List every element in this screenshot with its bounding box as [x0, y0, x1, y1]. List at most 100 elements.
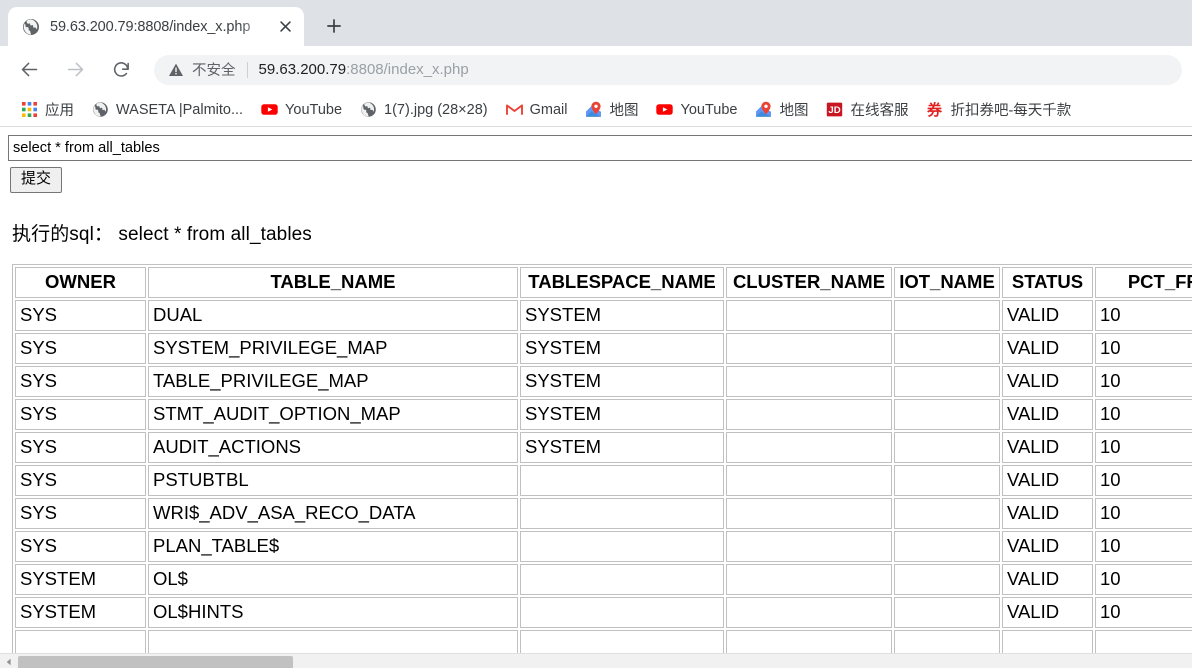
address-bar[interactable]: 不安全 59.63.200.79:8808/index_x.php [154, 54, 1182, 85]
bookmark-youtube-1[interactable]: YouTube [253, 97, 350, 123]
scrollbar-thumb[interactable] [18, 655, 293, 669]
table-body: SYS DUAL SYSTEM VALID 10 SYS SYSTEM_PRIV… [15, 299, 1192, 656]
cell-pct-free: 10 [1095, 596, 1192, 628]
cell-pct-free: 10 [1095, 563, 1192, 595]
globe-icon [360, 101, 377, 118]
cell-table-name: AUDIT_ACTIONS [148, 431, 518, 463]
bookmark-coupon[interactable]: 券 折扣券吧-每天千款 [918, 97, 1079, 123]
forward-button [60, 55, 90, 85]
cell-tablespace-name [520, 563, 724, 595]
cell-owner: SYS [15, 332, 146, 364]
cell-tablespace-name: SYSTEM [520, 299, 724, 331]
column-header-tablespace-name[interactable]: TABLESPACE_NAME [520, 266, 724, 298]
cell-owner: SYS [15, 299, 146, 331]
table-row: SYS PLAN_TABLE$ VALID 10 [15, 530, 1192, 562]
cell-iot-name [894, 530, 1000, 562]
cell-table-name [148, 629, 518, 656]
svg-text:券: 券 [927, 101, 943, 118]
page-viewport: 提交 执行的sql： select * from all_tables OWNE… [0, 127, 1192, 670]
bookmark-youtube-2[interactable]: YouTube [648, 97, 745, 123]
bookmark-label: 应用 [45, 103, 74, 119]
maps-icon [755, 101, 772, 118]
submit-button[interactable]: 提交 [10, 167, 63, 193]
cell-tablespace-name [520, 497, 724, 529]
url-path: :8808/index_x.php [346, 61, 469, 78]
maps-icon [585, 101, 602, 118]
bookmark-label: YouTube [285, 101, 343, 118]
security-status-text: 不安全 [192, 63, 236, 79]
bookmark-maps-1[interactable]: 地图 [577, 97, 646, 123]
cell-owner: SYS [15, 431, 146, 463]
bookmark-waseta[interactable]: WASETA |Palmito... [84, 97, 251, 123]
browser-tab[interactable]: 59.63.200.79:8808/index_x.php [8, 7, 304, 46]
cell-tablespace-name [520, 464, 724, 496]
cell-pct-free: 10 [1095, 497, 1192, 529]
back-button[interactable] [14, 55, 44, 85]
table-row: SYS STMT_AUDIT_OPTION_MAP SYSTEM VALID 1… [15, 398, 1192, 430]
cell-cluster-name [726, 431, 892, 463]
cell-tablespace-name: SYSTEM [520, 365, 724, 397]
cell-iot-name [894, 464, 1000, 496]
tab-title: 59.63.200.79:8808/index_x.php [50, 18, 251, 35]
cell-owner [15, 629, 146, 656]
table-row: SYS SYSTEM_PRIVILEGE_MAP SYSTEM VALID 10 [15, 332, 1192, 364]
cell-tablespace-name [520, 530, 724, 562]
table-row: SYSTEM OL$HINTS VALID 10 [15, 596, 1192, 628]
bookmark-label: 地图 [609, 103, 639, 119]
cell-pct-free: 10 [1095, 299, 1192, 331]
column-header-pct-free[interactable]: PCT_FRE [1095, 266, 1192, 298]
bookmark-label: WASETA |Palmito... [116, 101, 244, 118]
column-header-owner[interactable]: OWNER [15, 266, 146, 298]
cell-table-name: TABLE_PRIVILEGE_MAP [148, 365, 518, 397]
close-icon[interactable] [274, 16, 296, 38]
table-header-row: OWNER TABLE_NAME TABLESPACE_NAME CLUSTER… [15, 266, 1192, 298]
cell-status: VALID [1002, 299, 1093, 331]
gmail-icon [505, 101, 523, 118]
bookmarks-bar: 应用 WASETA |Palmito... YouTube 1(7).jpg (… [0, 93, 1192, 127]
globe-icon [22, 18, 40, 36]
cell-status: VALID [1002, 497, 1093, 529]
cell-cluster-name [726, 530, 892, 562]
cell-table-name: PLAN_TABLE$ [148, 530, 518, 562]
bookmark-maps-2[interactable]: 地图 [747, 97, 816, 123]
table-head: OWNER TABLE_NAME TABLESPACE_NAME CLUSTER… [15, 266, 1192, 298]
youtube-icon [261, 101, 278, 118]
browser-toolbar: 不安全 59.63.200.79:8808/index_x.php [0, 46, 1192, 93]
cell-owner: SYS [15, 398, 146, 430]
cell-status: VALID [1002, 398, 1093, 430]
cell-tablespace-name: SYSTEM [520, 431, 724, 463]
column-header-table-name[interactable]: TABLE_NAME [148, 266, 518, 298]
cell-tablespace-name [520, 596, 724, 628]
cell-tablespace-name [520, 629, 724, 656]
cell-owner: SYS [15, 365, 146, 397]
coupon-icon: 券 [926, 101, 943, 119]
cell-cluster-name [726, 299, 892, 331]
omnibox-divider [246, 61, 248, 78]
cell-table-name: STMT_AUDIT_OPTION_MAP [148, 398, 518, 430]
column-header-status[interactable]: STATUS [1002, 266, 1093, 298]
table-row: SYSTEM OL$ VALID 10 [15, 563, 1192, 595]
new-tab-button[interactable] [318, 10, 350, 42]
cell-cluster-name [726, 497, 892, 529]
table-row: SYS DUAL SYSTEM VALID 10 [15, 299, 1192, 331]
page-content: 提交 执行的sql： select * from all_tables OWNE… [0, 127, 1192, 659]
cell-tablespace-name: SYSTEM [520, 398, 724, 430]
cell-iot-name [894, 332, 1000, 364]
cell-iot-name [894, 299, 1000, 331]
bookmark-label: YouTube [680, 101, 738, 118]
cell-owner: SYSTEM [15, 563, 146, 595]
cell-pct-free: 10 [1095, 464, 1192, 496]
sql-input[interactable] [8, 135, 1192, 161]
bookmark-image-file[interactable]: 1(7).jpg (28×28) [352, 97, 496, 123]
column-header-cluster-name[interactable]: CLUSTER_NAME [726, 266, 892, 298]
warning-triangle-icon[interactable] [168, 62, 184, 78]
bookmark-jd-service[interactable]: JD 在线客服 [818, 97, 916, 123]
column-header-iot-name[interactable]: IOT_NAME [894, 266, 1000, 298]
cell-cluster-name [726, 629, 892, 656]
cell-owner: SYS [15, 530, 146, 562]
bookmark-gmail[interactable]: Gmail [498, 97, 576, 123]
table-row: SYS TABLE_PRIVILEGE_MAP SYSTEM VALID 10 [15, 365, 1192, 397]
bookmark-apps[interactable]: 应用 [13, 97, 82, 123]
reload-button[interactable] [106, 55, 136, 85]
results-table: OWNER TABLE_NAME TABLESPACE_NAME CLUSTER… [12, 263, 1192, 659]
